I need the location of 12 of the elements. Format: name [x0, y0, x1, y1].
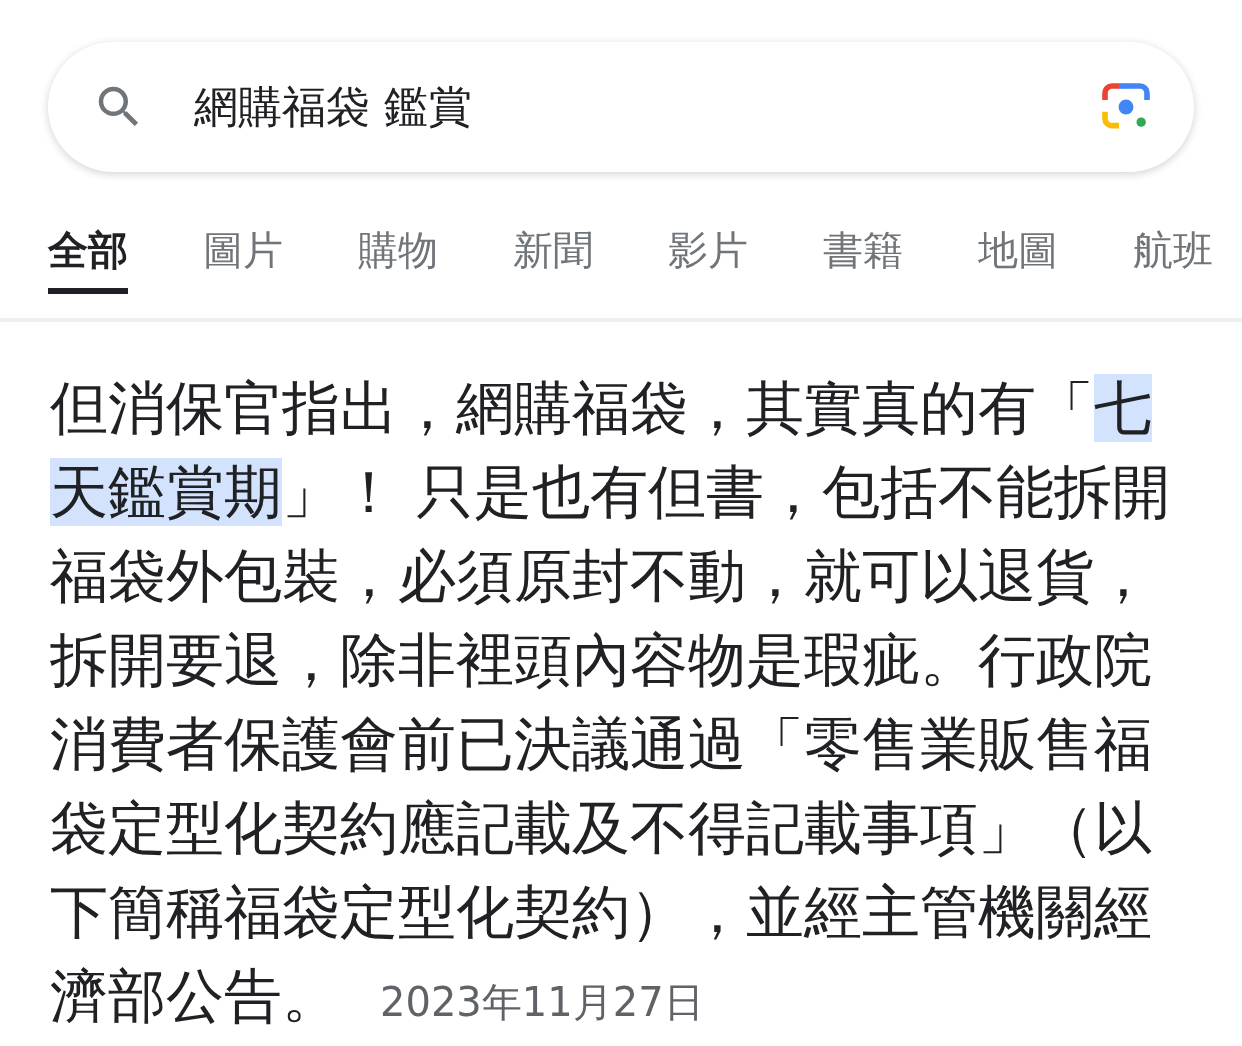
search-bar[interactable]: 網購福袋 鑑賞	[48, 42, 1194, 172]
tab[interactable]: 地圖	[978, 228, 1058, 294]
tab[interactable]: 書籍	[823, 228, 903, 294]
snippet-date: 2023年11月27日	[380, 979, 704, 1025]
tab[interactable]: 圖片	[203, 228, 283, 294]
tab[interactable]: 影片	[668, 228, 748, 294]
tab[interactable]: 航班	[1133, 228, 1213, 294]
tab[interactable]: 全部	[48, 228, 128, 294]
search-field[interactable]: 網購福袋 鑑賞	[192, 80, 1052, 134]
snippet-text: 但消保官指出，網購福袋，其實真的有「七天鑑賞期」！ 只是也有但書，包括不能拆開福袋外包裝，必須原封不動，就可以退貨，拆開要退，除非裡頭內容物是瑕疵。行政院消費者保護會前已決議通過「零售業販售福袋定型化契約應記載及不得記載事項」（以下簡稱福袋定型化契約），並經主管機關經濟部公告。 2023年11月27日	[50, 373, 1172, 1032]
tab[interactable]: 新聞	[513, 228, 593, 294]
tab[interactable]: 購物	[358, 228, 438, 294]
